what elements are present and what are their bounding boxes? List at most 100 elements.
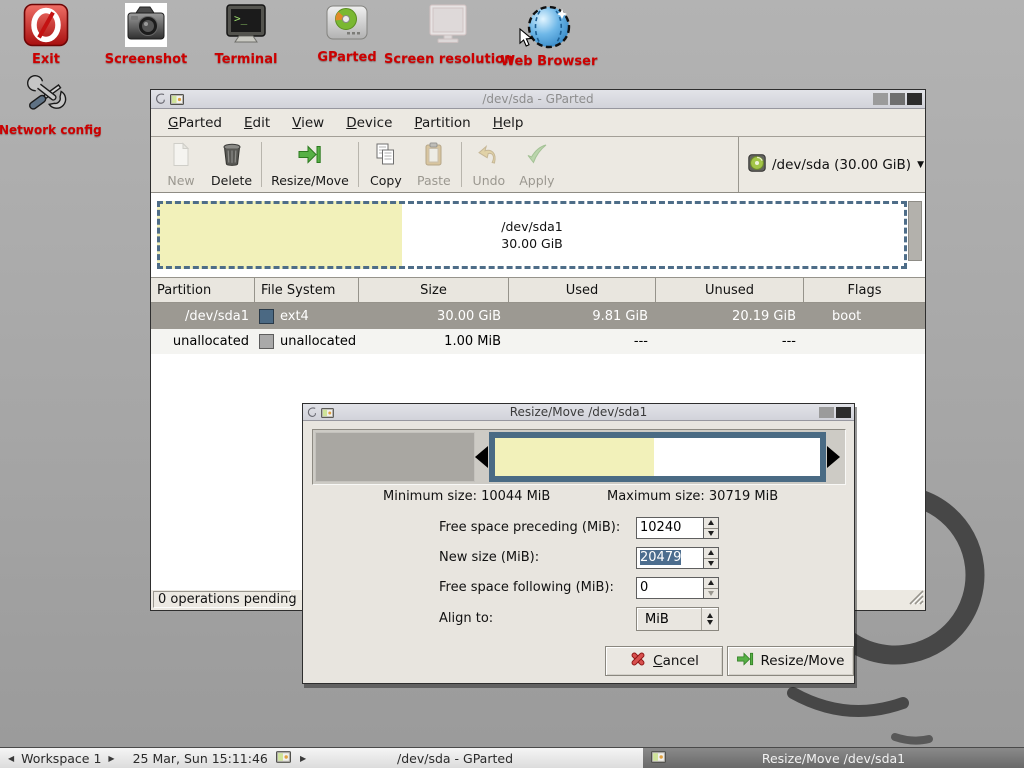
workspace-next-icon[interactable]: ▶ bbox=[108, 754, 114, 763]
device-selector[interactable]: /dev/sda (30.00 GiB) ▼ bbox=[739, 137, 925, 192]
menu-gparted[interactable]: GParted bbox=[157, 111, 233, 135]
toolbar-spacer bbox=[561, 137, 738, 192]
dialog-resize-move-button[interactable]: Resize/Move bbox=[727, 646, 854, 676]
device-selector-label: /dev/sda (30.00 GiB) bbox=[772, 157, 911, 173]
undo-button: Undo bbox=[465, 137, 513, 192]
column-header-unused[interactable]: Unused bbox=[656, 277, 804, 303]
device-disk-icon bbox=[748, 154, 766, 176]
table-header-row: Partition File System Size Used Unused F… bbox=[151, 277, 925, 303]
undo-arrow-icon bbox=[477, 142, 500, 171]
right-resize-handle[interactable] bbox=[827, 446, 840, 468]
dialog-shade-button[interactable] bbox=[819, 407, 834, 418]
desktop-icon-screen-resolution[interactable]: Screen resolution bbox=[384, 3, 512, 67]
left-resize-handle[interactable] bbox=[475, 446, 488, 468]
free-space-following-label: Free space following (MiB): bbox=[439, 580, 614, 595]
free-space-preceding-region bbox=[315, 432, 475, 482]
paste-button: Paste bbox=[410, 137, 458, 192]
align-to-label: Align to: bbox=[439, 611, 493, 626]
column-header-partition[interactable]: Partition bbox=[151, 277, 255, 303]
desktop-icon-network-config[interactable]: Network config bbox=[0, 70, 99, 137]
desktop-icon-gparted[interactable]: GParted bbox=[299, 3, 395, 65]
delete-button[interactable]: Delete bbox=[205, 137, 258, 192]
align-to-combobox[interactable]: MiB bbox=[636, 607, 719, 631]
disk-view-scrollbar[interactable] bbox=[908, 201, 922, 261]
taskbar-item-resize-dialog[interactable]: Resize/Move /dev/sda1 bbox=[643, 748, 1024, 768]
partition-name: /dev/sda1 bbox=[501, 218, 563, 235]
dialog-titlebar[interactable]: Resize/Move /dev/sda1 bbox=[303, 404, 854, 421]
apply-button: Apply bbox=[513, 137, 561, 192]
partition-size: 30.00 GiB bbox=[501, 235, 563, 252]
spin-down-button[interactable] bbox=[704, 589, 718, 599]
taskbar-item-gparted[interactable]: /dev/sda - GParted bbox=[268, 748, 642, 768]
free-space-preceding-label: Free space preceding (MiB): bbox=[439, 520, 620, 535]
resize-move-button[interactable]: Resize/Move bbox=[265, 137, 355, 192]
maximum-size-label: Maximum size: 30719 MiB bbox=[607, 489, 778, 504]
desktop-icon-terminal[interactable]: >_ Terminal bbox=[198, 3, 294, 67]
spin-up-button[interactable] bbox=[704, 548, 718, 559]
cell-used: --- bbox=[509, 329, 656, 354]
menu-edit[interactable]: Edit bbox=[233, 111, 281, 135]
main-window-title: /dev/sda - GParted bbox=[151, 92, 925, 106]
terminal-icon: >_ bbox=[224, 3, 268, 51]
column-header-filesystem[interactable]: File System bbox=[255, 277, 359, 303]
spin-down-button[interactable] bbox=[704, 559, 718, 569]
spin-up-button[interactable] bbox=[704, 518, 718, 529]
desktop-icon-exit[interactable]: Exit bbox=[0, 3, 94, 67]
column-header-used[interactable]: Used bbox=[509, 277, 656, 303]
menu-partition[interactable]: Partition bbox=[403, 111, 481, 135]
filesystem-color-swatch bbox=[259, 334, 274, 349]
table-row-sda1[interactable]: /dev/sda1 ext4 30.00 GiB 9.81 GiB 20.19 … bbox=[151, 303, 925, 329]
spin-up-button[interactable] bbox=[704, 578, 718, 589]
cancel-button[interactable]: Cancel bbox=[605, 646, 723, 676]
desktop-icon-label: Screen resolution bbox=[384, 52, 512, 67]
gparted-window-icon bbox=[321, 403, 334, 422]
trash-icon bbox=[221, 142, 243, 171]
free-space-following-spinbox[interactable]: 0 bbox=[636, 577, 719, 599]
cell-flags: boot bbox=[804, 303, 925, 329]
minimum-size-label: Minimum size: 10044 MiB bbox=[383, 489, 550, 504]
cell-flags bbox=[804, 329, 925, 354]
partition-region[interactable] bbox=[489, 432, 826, 482]
maximize-button[interactable] bbox=[890, 93, 905, 105]
close-button[interactable] bbox=[907, 93, 922, 105]
resize-move-dialog: Resize/Move /dev/sda1 Minimum size: 1004… bbox=[302, 403, 855, 684]
spinbox-value[interactable]: 10240 bbox=[637, 518, 703, 538]
column-header-size[interactable]: Size bbox=[359, 277, 509, 303]
workspace-label[interactable]: Workspace 1 bbox=[21, 751, 101, 766]
dialog-title: Resize/Move /dev/sda1 bbox=[303, 405, 854, 419]
svg-text:>_: >_ bbox=[234, 12, 248, 25]
dialog-close-button[interactable] bbox=[836, 407, 851, 418]
menu-view[interactable]: View bbox=[281, 111, 335, 135]
resize-move-button-label: Resize/Move bbox=[760, 653, 844, 669]
table-row-unallocated[interactable]: unallocated unallocated 1.00 MiB --- --- bbox=[151, 329, 925, 354]
workspace-prev-icon[interactable]: ◀ bbox=[8, 754, 14, 763]
menu-help[interactable]: Help bbox=[482, 111, 535, 135]
main-window-titlebar[interactable]: /dev/sda - GParted bbox=[151, 90, 925, 109]
column-header-flags[interactable]: Flags bbox=[804, 277, 925, 303]
monitor-icon bbox=[425, 3, 471, 51]
partition-graphic[interactable]: /dev/sda1 30.00 GiB bbox=[157, 201, 907, 269]
copy-pages-icon bbox=[374, 142, 397, 171]
cell-filesystem: unallocated bbox=[280, 334, 356, 349]
debian-swirl-icon bbox=[306, 403, 318, 422]
resize-grip[interactable] bbox=[907, 588, 924, 609]
spinbox-value[interactable]: 0 bbox=[637, 578, 703, 598]
clipboard-icon bbox=[422, 142, 445, 171]
new-size-spinbox[interactable]: 20479 bbox=[636, 547, 719, 569]
menu-device[interactable]: Device bbox=[335, 111, 403, 135]
free-space-preceding-spinbox[interactable]: 10240 bbox=[636, 517, 719, 539]
gparted-window-icon bbox=[170, 90, 184, 109]
cancel-button-label: Cancel bbox=[653, 653, 699, 669]
spin-down-button[interactable] bbox=[704, 529, 718, 539]
desktop-icon-web-browser[interactable]: Web Browser bbox=[494, 3, 604, 69]
toolbar-separator bbox=[461, 142, 462, 187]
desktop-icon-label: Network config bbox=[0, 123, 99, 137]
cell-partition: unallocated bbox=[151, 329, 255, 354]
cell-unused: --- bbox=[656, 329, 804, 354]
cancel-x-icon bbox=[629, 650, 647, 672]
minimize-button[interactable] bbox=[873, 93, 888, 105]
desktop-icon-screenshot[interactable]: Screenshot bbox=[98, 3, 194, 67]
resize-slider bbox=[312, 429, 846, 485]
spinbox-value-selected[interactable]: 20479 bbox=[640, 550, 681, 565]
copy-button[interactable]: Copy bbox=[362, 137, 410, 192]
